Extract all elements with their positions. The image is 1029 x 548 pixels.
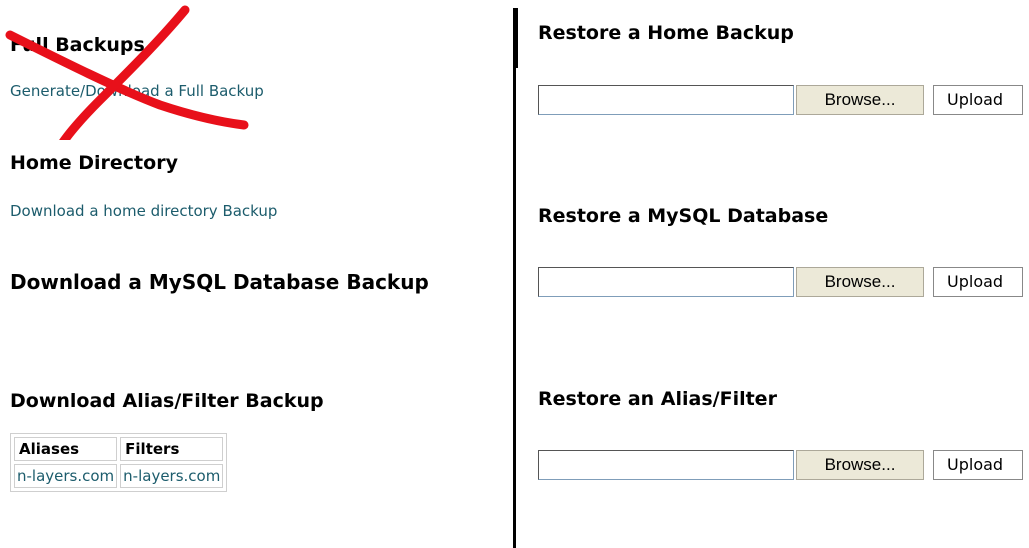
restore-home-upload-button[interactable]: Upload — [933, 85, 1023, 115]
restore-home-file-input[interactable] — [538, 85, 794, 115]
mysql-backup-heading: Download a MySQL Database Backup — [10, 270, 429, 294]
alias-filter-backup-heading: Download Alias/Filter Backup — [10, 390, 324, 412]
alias-filter-table: Aliases Filters n-layers.com n-layers.co… — [10, 433, 228, 492]
restore-mysql-heading: Restore a MySQL Database — [538, 205, 829, 227]
restore-alias-browse-button[interactable]: Browse... — [796, 450, 924, 480]
restore-alias-file-input[interactable] — [538, 450, 794, 480]
column-divider — [513, 8, 516, 548]
home-directory-heading: Home Directory — [10, 152, 178, 174]
restore-alias-heading: Restore an Alias/Filter — [538, 388, 777, 410]
filters-column-header: Filters — [120, 437, 224, 461]
restore-mysql-file-input[interactable] — [538, 267, 794, 297]
table-header-row: Aliases Filters — [14, 437, 224, 461]
restore-alias-upload-button[interactable]: Upload — [933, 450, 1023, 480]
restore-home-heading: Restore a Home Backup — [538, 22, 794, 44]
aliases-column-header: Aliases — [14, 437, 118, 461]
restore-mysql-upload-button[interactable]: Upload — [933, 267, 1023, 297]
filters-download-link[interactable]: n-layers.com — [120, 464, 224, 488]
home-directory-backup-link[interactable]: Download a home directory Backup — [10, 202, 277, 220]
restore-mysql-browse-button[interactable]: Browse... — [796, 267, 924, 297]
red-cross-out-icon — [5, 5, 249, 140]
table-row: n-layers.com n-layers.com — [14, 464, 224, 488]
restore-home-browse-button[interactable]: Browse... — [796, 85, 924, 115]
aliases-download-link[interactable]: n-layers.com — [14, 464, 118, 488]
